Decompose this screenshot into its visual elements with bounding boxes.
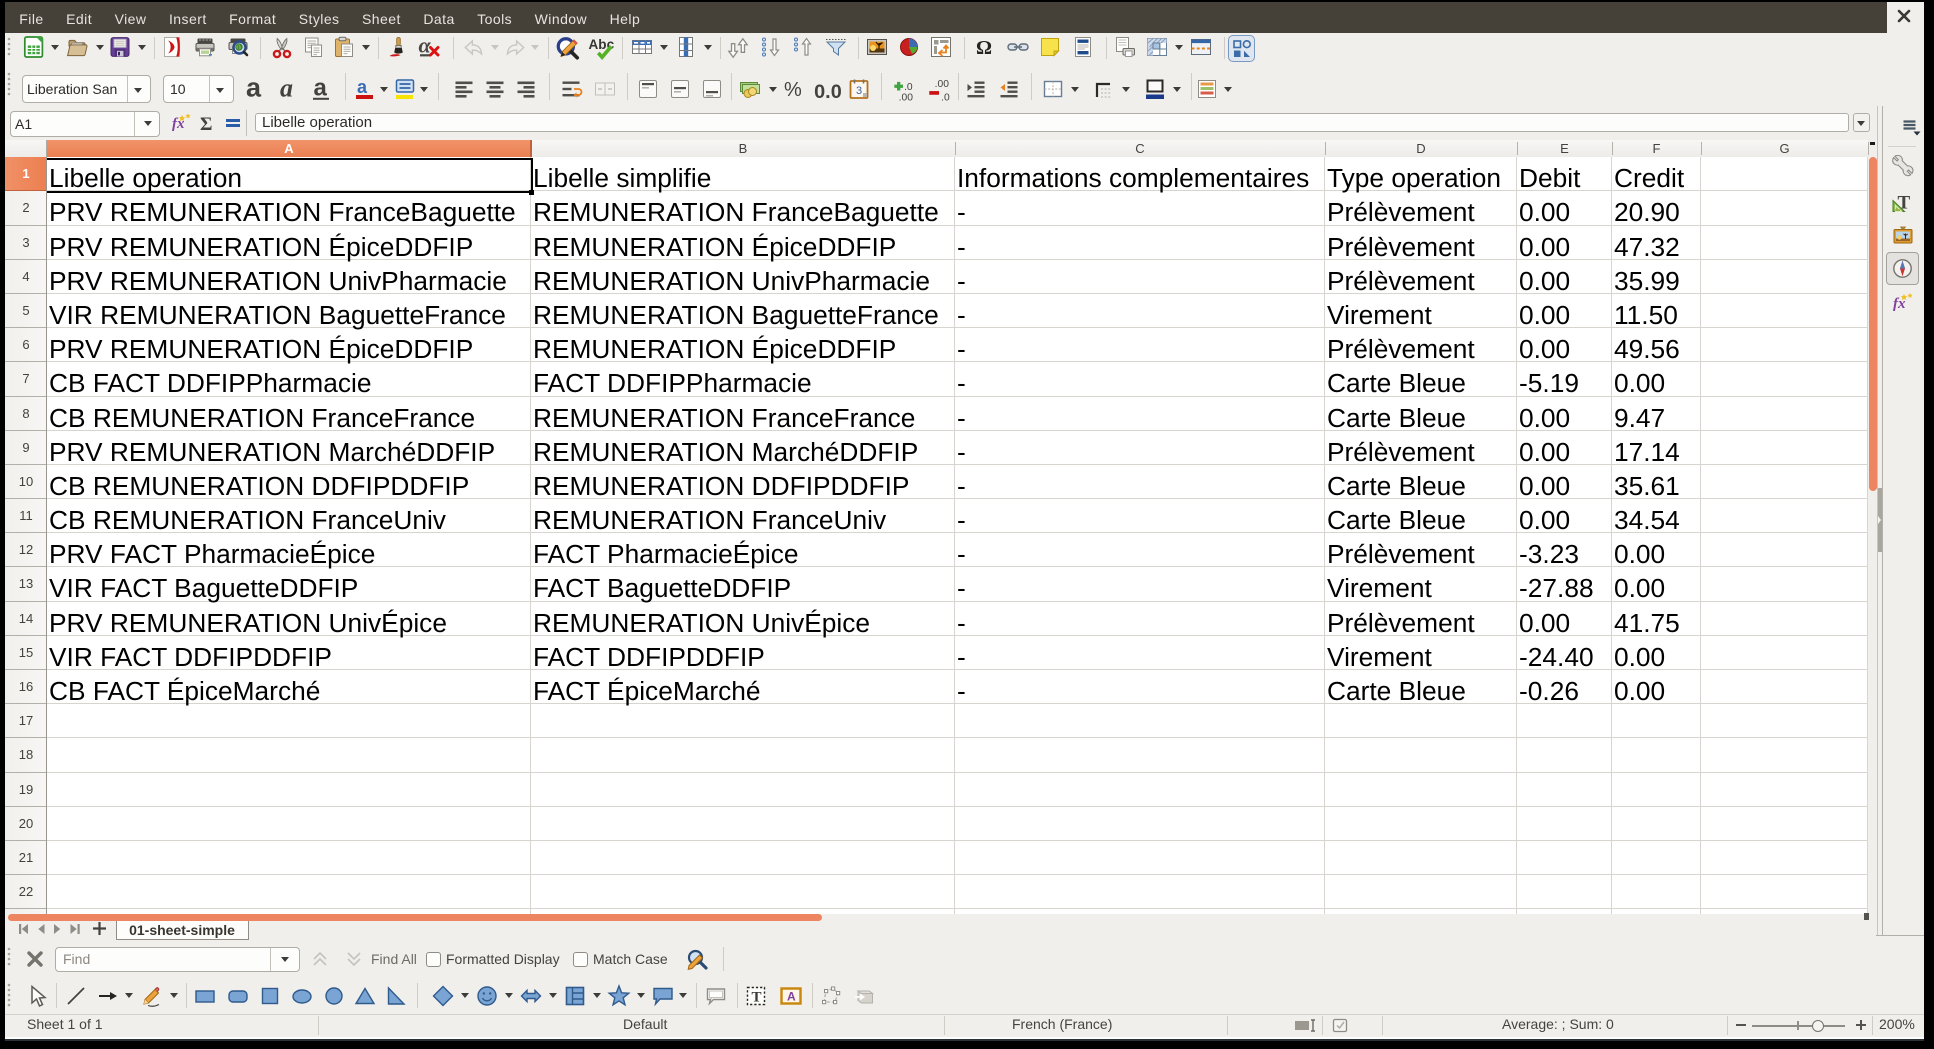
- svg-text:.00: .00: [899, 92, 914, 103]
- svg-text:%: %: [784, 79, 802, 101]
- svg-text:a: a: [314, 77, 328, 101]
- svg-text:T: T: [752, 990, 762, 1006]
- svg-text:.00: .00: [935, 79, 950, 90]
- svg-text:Σ: Σ: [200, 114, 212, 133]
- svg-text:a: a: [357, 77, 368, 97]
- svg-text:Ω: Ω: [976, 37, 992, 59]
- svg-text:3: 3: [856, 85, 862, 97]
- svg-text:0.0: 0.0: [814, 81, 841, 103]
- svg-text:A: A: [787, 990, 796, 1004]
- svg-text:a: a: [280, 77, 293, 101]
- svg-text:.0: .0: [941, 92, 950, 103]
- svg-text:a: a: [246, 77, 262, 101]
